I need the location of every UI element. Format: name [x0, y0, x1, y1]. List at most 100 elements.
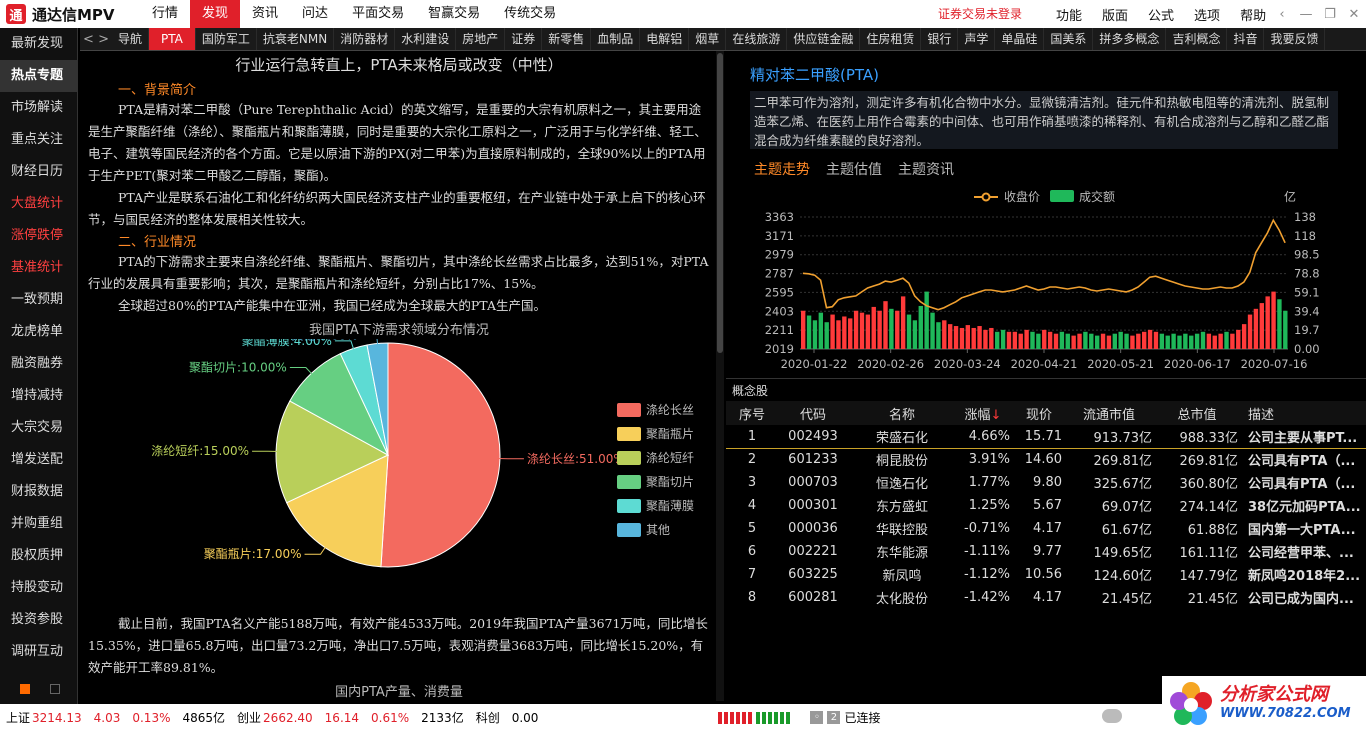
tab-3[interactable]: 抗衰老NMN — [257, 28, 335, 50]
theme-tab-1[interactable]: 主题估值 — [826, 159, 882, 179]
tab-prev-icon[interactable]: < — [83, 32, 94, 47]
sidebar-item-11[interactable]: 增持减持 — [0, 380, 77, 412]
sidebar-item-16[interactable]: 股权质押 — [0, 540, 77, 572]
sidebar-item-13[interactable]: 增发送配 — [0, 444, 77, 476]
sidebar-item-1[interactable]: 热点专题 — [0, 60, 77, 92]
tab-17[interactable]: 单晶硅 — [995, 28, 1045, 50]
tab-4[interactable]: 消防器材 — [334, 28, 396, 50]
sidebar-item-14[interactable]: 财报数据 — [0, 476, 77, 508]
tab-10[interactable]: 电解铝 — [640, 28, 690, 50]
tab-15[interactable]: 银行 — [921, 28, 959, 50]
close-icon[interactable]: ✕ — [1342, 7, 1366, 22]
pie-legend-label-0: 涤纶长丝 — [646, 403, 694, 417]
tab-next-icon[interactable]: > — [98, 32, 109, 47]
table-row[interactable]: 4 000301 东方盛虹 1.25% 5.67 69.07亿 274.14亿 38亿元加码P… — [726, 494, 1366, 517]
sidebar-item-7[interactable]: 基准统计 — [0, 252, 77, 284]
article-scrollbar[interactable] — [716, 51, 724, 701]
menu-item-2[interactable]: 资讯 — [240, 0, 290, 28]
right-menu-item-1[interactable]: 版面 — [1092, 5, 1138, 24]
minimize-icon[interactable]: — — [1294, 7, 1318, 22]
menu-item-4[interactable]: 平面交易 — [340, 0, 416, 28]
tab-scroll-arrows[interactable]: < > — [80, 32, 112, 47]
tab-22[interactable]: 我要反馈 — [1264, 28, 1326, 50]
page-dot-active[interactable] — [20, 684, 30, 694]
right-menu-item-3[interactable]: 选项 — [1184, 5, 1230, 24]
page-dot[interactable] — [50, 684, 60, 694]
tab-19[interactable]: 拼多多概念 — [1093, 28, 1167, 50]
row-total-cap: 61.88亿 — [1187, 523, 1238, 538]
tab-2[interactable]: 国防军工 — [196, 28, 257, 50]
settings-square-icon[interactable]: ◦ — [810, 711, 824, 724]
volume-bar-39 — [1030, 331, 1035, 349]
table-row[interactable]: 8 600281 太化股份 -1.42% 4.17 21.45亿 21.45亿 公司已成为国内… — [726, 586, 1366, 609]
tab-9[interactable]: 血制品 — [591, 28, 641, 50]
right-menu-item-2[interactable]: 公式 — [1138, 5, 1184, 24]
tab-18[interactable]: 国美系 — [1044, 28, 1094, 50]
article-scrollbar-thumb[interactable] — [717, 53, 723, 353]
table-row[interactable]: 3 000703 恒逸石化 1.77% 9.80 325.67亿 360.80亿 公司具有PT… — [726, 471, 1366, 494]
volume-bar-17 — [900, 296, 906, 349]
table-row[interactable]: 2 601233 桐昆股份 3.91% 14.60 269.81亿 269.81亿 公司具有P… — [726, 448, 1366, 471]
sidebar-item-12[interactable]: 大宗交易 — [0, 412, 77, 444]
theme-tab-0[interactable]: 主题走势 — [754, 159, 810, 179]
sidebar-page-dots — [20, 684, 60, 694]
sidebar-item-3[interactable]: 重点关注 — [0, 124, 77, 156]
col-desc[interactable]: 描述 — [1242, 401, 1366, 425]
menu-item-1[interactable]: 发现 — [190, 0, 241, 28]
cloud-icon[interactable] — [1102, 709, 1122, 723]
sidebar-item-2[interactable]: 市场解读 — [0, 92, 77, 124]
tab-0[interactable]: 导航 — [112, 28, 150, 50]
tab-14[interactable]: 住房租赁 — [860, 28, 922, 50]
theme-tab-2[interactable]: 主题资讯 — [898, 159, 954, 179]
sidebar-item-8[interactable]: 一致预期 — [0, 284, 77, 316]
col-float-cap[interactable]: 流通市值 — [1066, 401, 1156, 425]
row-index: 2 — [747, 452, 757, 468]
tab-5[interactable]: 水利建设 — [395, 28, 457, 50]
sidebar-item-15[interactable]: 并购重组 — [0, 508, 77, 540]
menu-item-5[interactable]: 智赢交易 — [416, 0, 492, 28]
tab-16[interactable]: 声学 — [958, 28, 996, 50]
tab-11[interactable]: 烟草 — [689, 28, 727, 50]
cy-index-change: 16.14 — [324, 710, 360, 725]
tab-1[interactable]: PTA — [149, 28, 196, 50]
table-row[interactable]: 5 000036 华联控股 -0.71% 4.17 61.67亿 61.88亿 国内第一大PT… — [726, 517, 1366, 540]
tab-21[interactable]: 抖音 — [1227, 28, 1265, 50]
volume-bar-76 — [1247, 314, 1253, 349]
tab-20[interactable]: 吉利概念 — [1166, 28, 1228, 50]
col-price[interactable]: 现价 — [1016, 401, 1066, 425]
table-row[interactable]: 1 002493 荣盛石化 4.66% 15.71 913.73亿 988.33亿 公司主要从… — [726, 425, 1366, 449]
row-index: 8 — [747, 590, 757, 605]
right-menu-item-0[interactable]: 功能 — [1046, 5, 1092, 24]
col-change[interactable]: 涨幅↓ — [956, 401, 1016, 425]
tab-8[interactable]: 新零售 — [542, 28, 592, 50]
tab-6[interactable]: 房地产 — [456, 28, 506, 50]
sidebar-item-4[interactable]: 财经日历 — [0, 156, 77, 188]
sidebar-item-0[interactable]: 最新发现 — [0, 28, 77, 60]
sidebar-item-6[interactable]: 涨停跌停 — [0, 220, 77, 252]
sidebar-item-10[interactable]: 融资融券 — [0, 348, 77, 380]
maximize-icon[interactable]: ❐ — [1318, 7, 1342, 22]
col-idx[interactable]: 序号 — [726, 401, 778, 425]
col-code[interactable]: 代码 — [778, 401, 848, 425]
back-icon[interactable]: ‹ — [1270, 7, 1294, 22]
col-name[interactable]: 名称 — [848, 401, 956, 425]
table-row[interactable]: 6 002221 东华能源 -1.11% 9.77 149.65亿 161.11亿 公司经营甲… — [726, 540, 1366, 563]
tab-7[interactable]: 证券 — [505, 28, 543, 50]
menu-item-0[interactable]: 行情 — [140, 0, 190, 28]
row-code: 603225 — [788, 567, 838, 582]
menu-item-6[interactable]: 传统交易 — [492, 0, 568, 28]
table-row[interactable]: 7 603225 新凤鸣 -1.12% 10.56 124.60亿 147.79亿 新凤鸣20… — [726, 563, 1366, 586]
tab-12[interactable]: 在线旅游 — [726, 28, 788, 50]
col-total-cap[interactable]: 总市值 — [1156, 401, 1242, 425]
connection-status[interactable]: ◦ 2 已连接 — [810, 709, 880, 726]
trade-login-link[interactable]: 证券交易未登录 — [938, 0, 1022, 28]
sidebar-item-9[interactable]: 龙虎榜单 — [0, 316, 77, 348]
sidebar-item-17[interactable]: 持股变动 — [0, 572, 77, 604]
volume-bar-21 — [924, 291, 929, 349]
sh-index-pct: 0.13% — [132, 710, 171, 725]
sidebar-item-19[interactable]: 调研互动 — [0, 636, 77, 668]
sidebar-item-5[interactable]: 大盘统计 — [0, 188, 77, 220]
menu-item-3[interactable]: 问达 — [290, 0, 340, 28]
tab-13[interactable]: 供应链金融 — [787, 28, 861, 50]
sidebar-item-18[interactable]: 投资参股 — [0, 604, 77, 636]
